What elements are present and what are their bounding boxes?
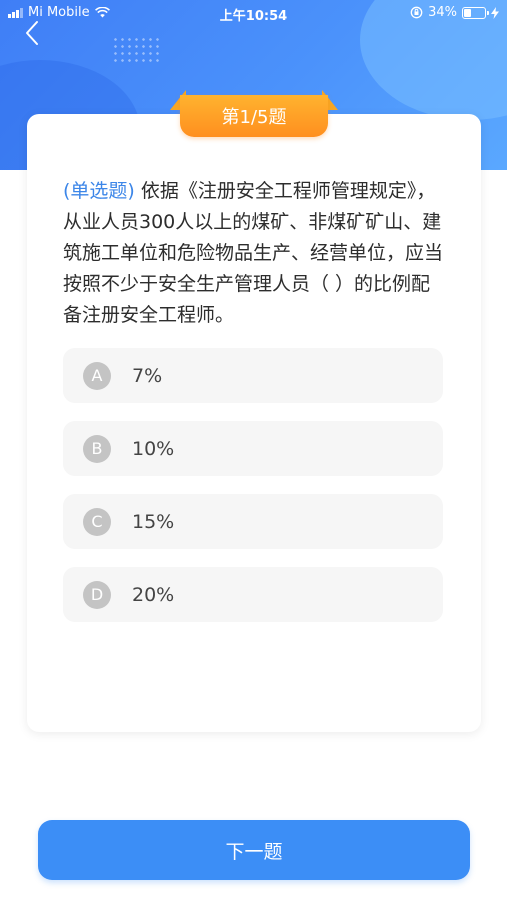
option-letter-badge: C xyxy=(83,507,111,536)
option-b[interactable]: B 10% xyxy=(63,421,443,476)
option-letter-badge: D xyxy=(83,580,111,609)
chevron-left-icon xyxy=(26,21,38,45)
option-text: 10% xyxy=(132,437,175,460)
option-text: 7% xyxy=(132,364,163,387)
question-type-label: (单选题) xyxy=(63,180,135,202)
decorative-dots xyxy=(112,36,160,64)
charging-icon xyxy=(491,6,499,19)
option-a[interactable]: A 7% xyxy=(63,348,443,403)
next-question-button[interactable]: 下一题 xyxy=(38,820,470,880)
orientation-lock-icon xyxy=(410,6,423,19)
battery-icon xyxy=(462,6,489,19)
battery-percent: 34% xyxy=(428,5,457,20)
question-number-badge: 第1/5题 xyxy=(180,95,328,137)
option-letter-badge: A xyxy=(83,361,111,390)
status-bar: Mi Mobile 上午10:54 34% xyxy=(0,0,507,28)
question-text: (单选题) 依据《注册安全工程师管理规定》，从业人员300人以上的煤矿、非煤矿矿… xyxy=(63,176,447,331)
option-c[interactable]: C 15% xyxy=(63,494,443,549)
option-text: 15% xyxy=(132,510,175,533)
back-button[interactable] xyxy=(20,20,44,46)
option-letter-badge: B xyxy=(83,434,111,463)
option-d[interactable]: D 20% xyxy=(63,567,443,622)
option-text: 20% xyxy=(132,583,175,606)
